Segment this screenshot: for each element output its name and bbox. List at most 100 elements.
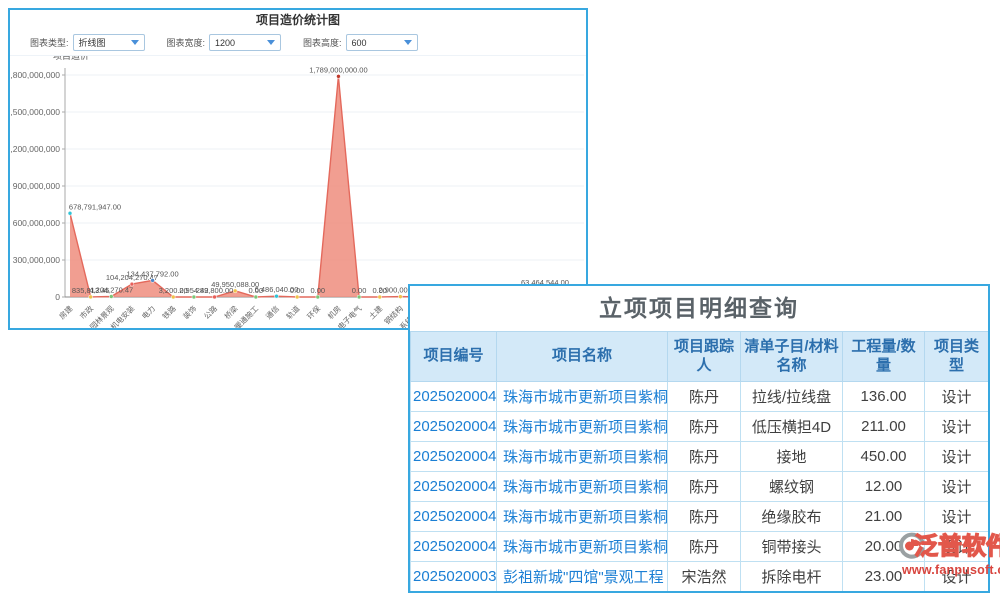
- svg-text:1,800,000,000: 1,800,000,000: [10, 70, 60, 80]
- cell-material: 拉线/拉线盘: [741, 382, 843, 412]
- table-row: 2025020004珠海市城市更新项目紫桐陈丹绝缘胶布21.00设计: [411, 502, 989, 532]
- vendor-url-text: www.fanpusoft.com: [902, 563, 1000, 577]
- svg-text:0: 0: [55, 292, 60, 302]
- cell-project-no[interactable]: 2025020004: [411, 442, 497, 472]
- cell-type: 设计: [925, 382, 989, 412]
- svg-text:1,789,000,000.00: 1,789,000,000.00: [309, 65, 367, 74]
- cell-project-name[interactable]: 珠海市城市更新项目紫桐: [497, 412, 668, 442]
- svg-text:装饰: 装饰: [181, 303, 199, 321]
- svg-text:900,000,000: 900,000,000: [13, 181, 61, 191]
- chart-height-select[interactable]: 600: [346, 34, 418, 51]
- svg-text:环保: 环保: [305, 304, 322, 321]
- chart-type-control: 图表类型: 折线图: [30, 34, 145, 51]
- svg-text:机电安装: 机电安装: [108, 303, 137, 328]
- svg-text:桥梁: 桥梁: [222, 303, 240, 321]
- chart-type-select[interactable]: 折线图: [73, 34, 145, 51]
- cell-tracker: 陈丹: [668, 502, 741, 532]
- cell-project-no[interactable]: 2025020004: [411, 472, 497, 502]
- table-row: 2025020004珠海市城市更新项目紫桐陈丹低压横担4D211.00设计: [411, 412, 989, 442]
- chart-width-control: 图表宽度: 1200: [167, 34, 282, 51]
- svg-text:公路: 公路: [201, 303, 219, 321]
- chart-width-select[interactable]: 1200: [209, 34, 281, 51]
- cell-tracker: 陈丹: [668, 472, 741, 502]
- chart-height-value: 600: [352, 38, 367, 48]
- col-header-project-name: 项目名称: [497, 332, 668, 382]
- cell-project-no[interactable]: 2025020003: [411, 562, 497, 592]
- cell-material: 拆除电杆: [741, 562, 843, 592]
- col-header-type: 项目类型: [925, 332, 989, 382]
- chevron-down-icon: [267, 40, 275, 45]
- chart-height-control: 图表高度: 600: [303, 34, 418, 51]
- svg-text:1,200,000,000: 1,200,000,000: [10, 144, 60, 154]
- chart-type-label: 图表类型:: [30, 36, 69, 49]
- cost-area-chart: 0300,000,000600,000,000900,000,0001,200,…: [10, 10, 586, 328]
- svg-text:电力: 电力: [139, 303, 157, 321]
- svg-text:轨道: 轨道: [284, 303, 302, 321]
- svg-text:机房: 机房: [325, 303, 343, 321]
- svg-text:134,437,792.00: 134,437,792.00: [127, 269, 179, 278]
- table-row: 2025020004珠海市城市更新项目紫桐陈丹螺纹钢12.00设计: [411, 472, 989, 502]
- cell-quantity: 21.00: [843, 502, 925, 532]
- cell-project-name[interactable]: 珠海市城市更新项目紫桐: [497, 442, 668, 472]
- cell-quantity: 12.00: [843, 472, 925, 502]
- cell-project-name[interactable]: 彭祖新城"四馆"景观工程: [497, 562, 668, 592]
- chart-window: 0300,000,000600,000,000900,000,0001,200,…: [8, 8, 588, 330]
- chart-width-label: 图表宽度:: [167, 36, 206, 49]
- svg-text:0.00: 0.00: [310, 286, 325, 295]
- cell-project-name[interactable]: 珠海市城市更新项目紫桐: [497, 502, 668, 532]
- cell-quantity: 450.00: [843, 442, 925, 472]
- cell-project-no[interactable]: 2025020004: [411, 382, 497, 412]
- table-row: 2025020004珠海市城市更新项目紫桐陈丹拉线/拉线盘136.00设计: [411, 382, 989, 412]
- cell-quantity: 211.00: [843, 412, 925, 442]
- cell-material: 螺纹钢: [741, 472, 843, 502]
- col-header-quantity: 工程量/数量: [843, 332, 925, 382]
- chart-controls-bar: 图表类型: 折线图 图表宽度: 1200 图表高度: 600: [10, 30, 586, 56]
- table-header-row: 项目编号 项目名称 项目跟踪人 清单子目/材料名称 工程量/数量 项目类型: [411, 332, 989, 382]
- cell-tracker: 宋浩然: [668, 562, 741, 592]
- cell-material: 铜带接头: [741, 532, 843, 562]
- chart-type-value: 折线图: [79, 36, 106, 49]
- svg-text:300,000,000: 300,000,000: [13, 255, 61, 265]
- chart-width-value: 1200: [215, 38, 235, 48]
- cell-material: 绝缘胶布: [741, 502, 843, 532]
- cell-type: 设计: [925, 412, 989, 442]
- cell-type: 设计: [925, 442, 989, 472]
- chart-window-title: 项目造价统计图: [10, 10, 586, 30]
- svg-text:0.00: 0.00: [290, 286, 305, 295]
- svg-text:通信: 通信: [263, 303, 281, 321]
- svg-text:0.00: 0.00: [352, 286, 367, 295]
- cell-material: 接地: [741, 442, 843, 472]
- col-header-tracker: 项目跟踪人: [668, 332, 741, 382]
- chevron-down-icon: [404, 40, 412, 45]
- svg-text:1,500,000,000: 1,500,000,000: [10, 107, 60, 117]
- col-header-project-no: 项目编号: [411, 332, 497, 382]
- cell-project-name[interactable]: 珠海市城市更新项目紫桐: [497, 532, 668, 562]
- svg-text:暖通施工: 暖通施工: [232, 303, 261, 328]
- vendor-brand-text: 泛普软件: [914, 531, 1000, 563]
- cell-tracker: 陈丹: [668, 412, 741, 442]
- chevron-down-icon: [131, 40, 139, 45]
- cell-project-no[interactable]: 2025020004: [411, 532, 497, 562]
- svg-text:铁路: 铁路: [160, 303, 178, 321]
- svg-text:4,204,270.47: 4,204,270.47: [89, 285, 133, 294]
- cell-tracker: 陈丹: [668, 532, 741, 562]
- svg-text:土建: 土建: [366, 303, 384, 321]
- col-header-material: 清单子目/材料名称: [741, 332, 843, 382]
- cell-type: 设计: [925, 502, 989, 532]
- cell-quantity: 136.00: [843, 382, 925, 412]
- cell-project-no[interactable]: 2025020004: [411, 502, 497, 532]
- cell-tracker: 陈丹: [668, 442, 741, 472]
- vendor-watermark: 泛普软件 www.fanpusoft.com: [898, 531, 1000, 577]
- table-title: 立项项目明细查询: [410, 286, 988, 331]
- cell-project-no[interactable]: 2025020004: [411, 412, 497, 442]
- svg-text:市政: 市政: [77, 303, 95, 321]
- svg-text:房建: 房建: [57, 303, 75, 321]
- cell-tracker: 陈丹: [668, 382, 741, 412]
- svg-text:电子电气: 电子电气: [335, 303, 364, 328]
- svg-text:678,791,947.00: 678,791,947.00: [69, 202, 121, 211]
- cell-type: 设计: [925, 472, 989, 502]
- table-row: 2025020004珠海市城市更新项目紫桐陈丹接地450.00设计: [411, 442, 989, 472]
- cell-material: 低压横担4D: [741, 412, 843, 442]
- cell-project-name[interactable]: 珠海市城市更新项目紫桐: [497, 472, 668, 502]
- cell-project-name[interactable]: 珠海市城市更新项目紫桐: [497, 382, 668, 412]
